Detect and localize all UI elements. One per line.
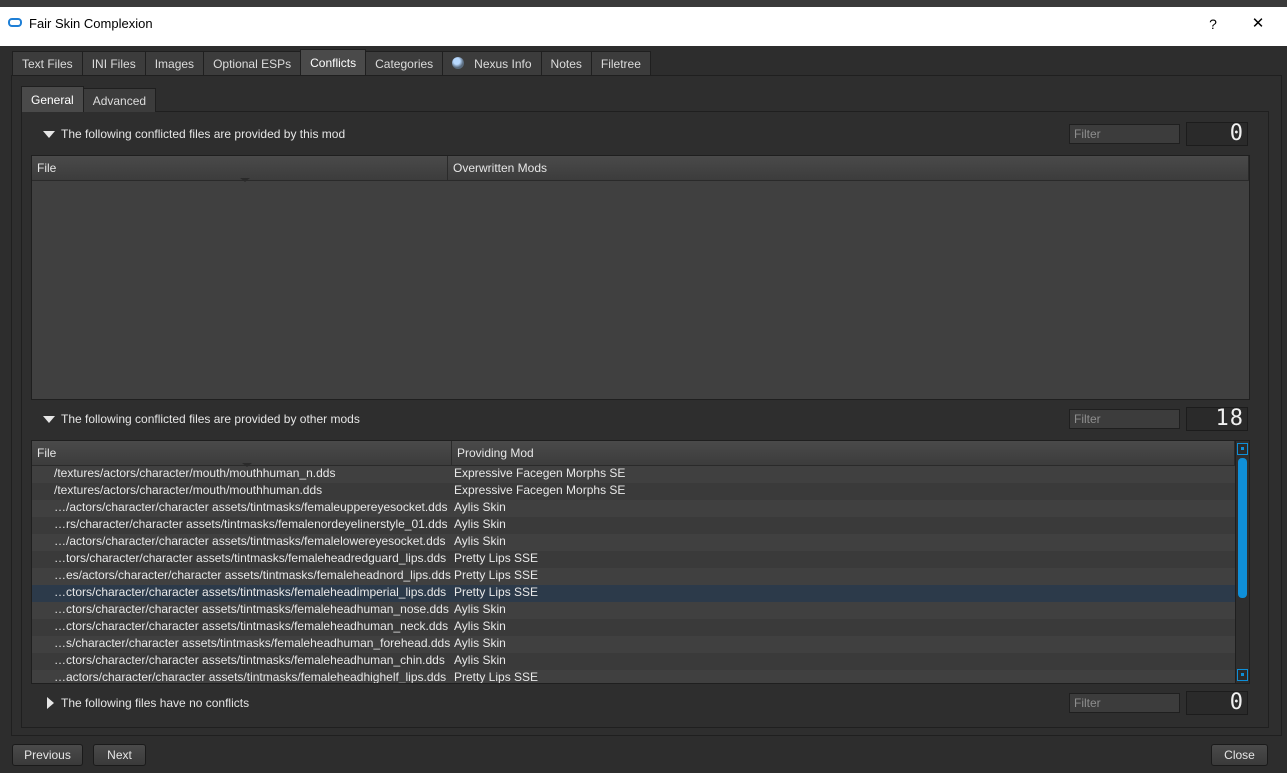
file-path-cell: …ctors/character/character assets/tintma… — [54, 653, 445, 667]
title-bar: Fair Skin Complexion ? ✕ — [0, 0, 1287, 46]
overwritten-table: File Providing Mod /textures/actors/char… — [31, 440, 1250, 684]
table-row[interactable]: …es/actors/character/character assets/ti… — [32, 568, 1235, 585]
table-header: File Overwritten Mods — [32, 156, 1249, 182]
table-header: File Providing Mod — [32, 441, 1235, 467]
conflict-count-other-mods: 18 — [1186, 407, 1248, 431]
vertical-scrollbar[interactable] — [1235, 441, 1249, 683]
file-path-cell: …/actors/character/character assets/tint… — [54, 534, 446, 548]
section-toggle-this-mod[interactable]: The following conflicted files are provi… — [43, 125, 345, 143]
filter-input-other-mods[interactable] — [1069, 409, 1180, 429]
table-row[interactable]: …ctors/character/character assets/tintma… — [32, 619, 1235, 636]
providing-mod-cell: Aylis Skin — [454, 500, 506, 514]
tab-nexus-info-label: Nexus Info — [474, 57, 532, 71]
file-path-cell: …/actors/character/character assets/tint… — [54, 500, 448, 514]
scroll-up-icon[interactable] — [1237, 443, 1248, 455]
providing-mod-cell: Aylis Skin — [454, 653, 506, 667]
section-toggle-other-mods[interactable]: The following conflicted files are provi… — [43, 410, 360, 428]
file-path-cell: …ctors/character/character assets/tintma… — [54, 585, 447, 599]
providing-mod-cell: Aylis Skin — [454, 619, 506, 633]
table-row[interactable]: /textures/actors/character/mouth/mouthhu… — [32, 483, 1235, 500]
providing-mod-cell: Expressive Facegen Morphs SE — [454, 466, 626, 480]
file-path-cell: …s/character/character assets/tintmasks/… — [54, 636, 451, 650]
filter-input-this-mod[interactable] — [1069, 124, 1180, 144]
providing-mod-cell: Aylis Skin — [454, 602, 506, 616]
column-header-file[interactable]: File — [32, 156, 448, 182]
conflict-rows: /textures/actors/character/mouth/mouthhu… — [32, 466, 1235, 683]
conflict-count-this-mod: 0 — [1186, 122, 1248, 146]
file-path-cell: /textures/actors/character/mouth/mouthhu… — [54, 466, 336, 480]
providing-mod-cell: Aylis Skin — [454, 534, 506, 548]
table-row[interactable]: …rs/character/character assets/tintmasks… — [32, 517, 1235, 534]
scroll-down-icon[interactable] — [1237, 669, 1248, 681]
table-row[interactable]: …ctors/character/character assets/tintma… — [32, 585, 1235, 602]
tab-ini-files[interactable]: INI Files — [81, 51, 146, 75]
tab-general[interactable]: General — [21, 86, 84, 112]
filter-input-no-conflicts[interactable] — [1069, 693, 1180, 713]
scrollbar-thumb[interactable] — [1238, 458, 1247, 598]
providing-mod-cell: Pretty Lips SSE — [454, 585, 539, 599]
table-row[interactable]: …/actors/character/character assets/tint… — [32, 534, 1235, 551]
file-path-cell: …ctors/character/character assets/tintma… — [54, 602, 449, 616]
section-label: The following conflicted files are provi… — [61, 412, 360, 426]
previous-button[interactable]: Previous — [12, 744, 83, 766]
section-toggle-no-conflicts[interactable]: The following files have no conflicts — [43, 694, 249, 712]
file-path-cell: …actors/character/character assets/tintm… — [54, 670, 447, 683]
tab-conflicts[interactable]: Conflicts — [300, 49, 367, 75]
next-button[interactable]: Next — [93, 744, 146, 766]
collapsed-arrow-icon — [47, 697, 54, 709]
file-path-cell: …ctors/character/character assets/tintma… — [54, 619, 449, 633]
app-icon — [8, 18, 22, 27]
tab-text-files[interactable]: Text Files — [12, 51, 83, 75]
tab-optional-esps[interactable]: Optional ESPs — [203, 51, 302, 75]
file-path-cell: /textures/actors/character/mouth/mouthhu… — [54, 483, 323, 497]
table-row[interactable]: /textures/actors/character/mouth/mouthhu… — [32, 466, 1235, 483]
table-row[interactable]: …actors/character/character assets/tintm… — [32, 670, 1235, 683]
tab-images[interactable]: Images — [144, 51, 205, 75]
section-label: The following files have no conflicts — [61, 696, 250, 710]
column-label: File — [37, 161, 57, 175]
file-path-cell: …es/actors/character/character assets/ti… — [54, 568, 451, 582]
tab-notes[interactable]: Notes — [540, 51, 592, 75]
sort-indicator-icon — [239, 178, 250, 182]
section-label: The following conflicted files are provi… — [61, 127, 346, 141]
table-row[interactable]: …tors/character/character assets/tintmas… — [32, 551, 1235, 568]
column-header-file[interactable]: File — [32, 441, 452, 467]
column-label: File — [37, 446, 57, 460]
overwrite-table: File Overwritten Mods — [31, 155, 1250, 400]
globe-icon — [452, 57, 465, 69]
table-row[interactable]: …ctors/character/character assets/tintma… — [32, 602, 1235, 619]
sub-tab-bar: General Advanced — [21, 86, 157, 112]
file-path-cell: …rs/character/character assets/tintmasks… — [54, 517, 448, 531]
providing-mod-cell: Pretty Lips SSE — [454, 568, 539, 582]
close-window-button[interactable]: ✕ — [1244, 13, 1272, 35]
expand-arrow-icon — [43, 130, 55, 138]
table-row[interactable]: …s/character/character assets/tintmasks/… — [32, 636, 1235, 653]
column-header-providing-mod[interactable]: Providing Mod — [452, 441, 1235, 466]
providing-mod-cell: Aylis Skin — [454, 517, 506, 531]
count-no-conflicts: 0 — [1186, 691, 1248, 715]
tab-filetree[interactable]: Filetree — [590, 51, 651, 75]
table-row[interactable]: …ctors/character/character assets/tintma… — [32, 653, 1235, 670]
expand-arrow-icon — [43, 415, 55, 423]
providing-mod-cell: Expressive Facegen Morphs SE — [454, 483, 626, 497]
column-header-overwritten-mods[interactable]: Overwritten Mods — [448, 156, 1249, 181]
tab-categories[interactable]: Categories — [365, 51, 444, 75]
providing-mod-cell: Pretty Lips SSE — [454, 551, 539, 565]
close-button[interactable]: Close — [1211, 744, 1268, 766]
top-tab-bar: Text Files INI Files Images Optional ESP… — [12, 49, 651, 75]
providing-mod-cell: Aylis Skin — [454, 636, 506, 650]
help-button[interactable]: ? — [1200, 13, 1226, 35]
tab-nexus-info[interactable]: Nexus Info — [442, 51, 542, 75]
file-path-cell: …tors/character/character assets/tintmas… — [54, 551, 447, 565]
window-title: Fair Skin Complexion — [29, 16, 153, 31]
table-row[interactable]: …/actors/character/character assets/tint… — [32, 500, 1235, 517]
tab-advanced[interactable]: Advanced — [82, 88, 157, 112]
providing-mod-cell: Pretty Lips SSE — [454, 670, 539, 683]
